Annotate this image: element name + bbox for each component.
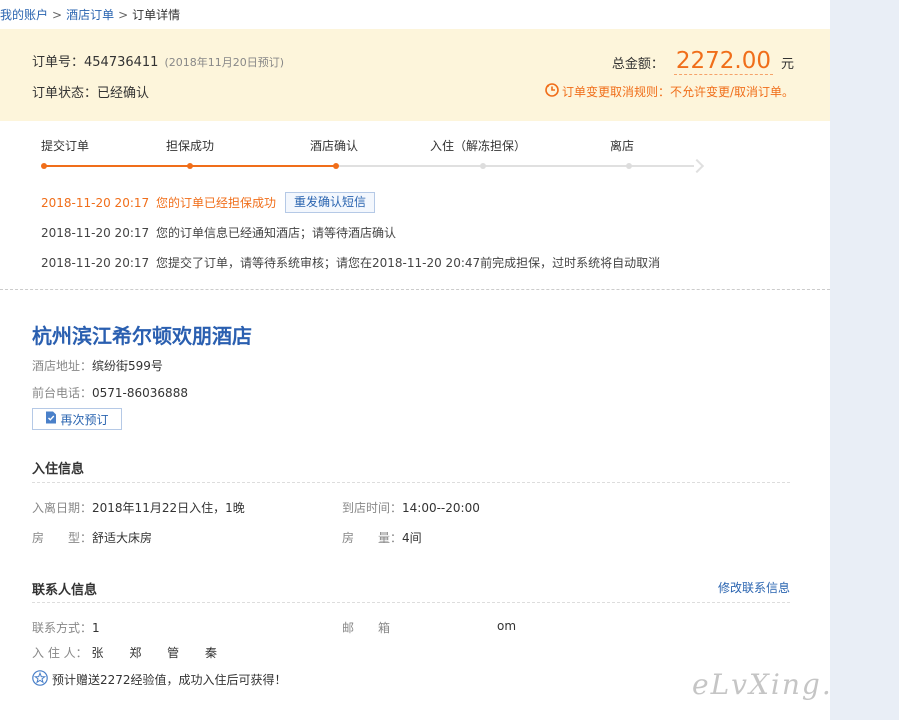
document-icon xyxy=(45,411,60,427)
step-dot xyxy=(41,163,47,169)
log-time: 2018-11-20 20:17 xyxy=(41,255,150,270)
log-time: 2018-11-20 20:17 xyxy=(41,195,150,210)
email-value: om xyxy=(497,619,517,633)
total-amount: 2272.00 xyxy=(673,48,773,75)
section-divider xyxy=(0,289,830,290)
order-progress-steps: 提交订单 担保成功 酒店确认 入住（解冻担保） 离店 xyxy=(41,137,705,177)
order-number: 454736411 xyxy=(84,55,159,70)
total-currency: 元 xyxy=(780,57,794,72)
step-dot xyxy=(187,163,193,169)
hotel-name[interactable]: 杭州滨江希尔顿欢朋酒店 xyxy=(32,320,252,349)
cancel-rule: 订单变更取消规则：不允许变更/取消订单。 xyxy=(545,83,794,100)
step-guarantee-success: 担保成功 xyxy=(166,139,215,153)
edit-contact-link[interactable]: 修改联系信息 xyxy=(718,579,790,596)
right-side-panel xyxy=(830,0,899,720)
step-dot xyxy=(626,163,632,169)
bonus-text: 预计赠送2272经验值，成功入住后可获得！ xyxy=(52,673,287,687)
guest-name: 秦 xyxy=(205,646,218,660)
room-type-row: 房 型：舒适大床房 xyxy=(32,529,152,546)
order-log-entry: 2018-11-20 20:17 您的订单信息已经通知酒店；请等待酒店确认 xyxy=(41,224,396,241)
total-label: 总金额： xyxy=(611,57,664,72)
step-dot xyxy=(480,163,486,169)
order-number-label: 订单号： xyxy=(32,55,85,70)
order-status: 已经确认 xyxy=(97,86,150,101)
log-time: 2018-11-20 20:17 xyxy=(41,225,150,240)
order-status-row: 订单状态：已经确认 xyxy=(32,82,149,101)
breadcrumb-my-account[interactable]: 我的账户 xyxy=(0,8,48,22)
room-count-row: 房 量：4间 xyxy=(342,529,422,546)
breadcrumb-separator: > xyxy=(52,8,63,22)
checkin-dates-label: 入离日期： xyxy=(32,501,93,515)
step-submit-order: 提交订单 xyxy=(41,139,90,153)
order-detail-page: 我的账户 > 酒店订单 > 订单详情 订单号：454736411 (2018年11月20日… xyxy=(0,0,883,720)
contact-method-label: 联系方式： xyxy=(32,621,93,635)
order-log-entry: 2018-11-20 20:17 您的订单已经担保成功 重发确认短信 xyxy=(41,192,376,213)
step-dot xyxy=(333,163,339,169)
guest-name: 张 xyxy=(91,646,104,660)
room-type-label: 房 型： xyxy=(32,531,93,545)
breadcrumb-hotel-orders[interactable]: 酒店订单 xyxy=(66,8,114,22)
room-count-label: 房 量： xyxy=(342,531,403,545)
order-number-row: 订单号：454736411 (2018年11月20日预订) xyxy=(32,51,284,70)
section-divider xyxy=(32,602,790,603)
rebook-label: 再次预订 xyxy=(60,412,109,427)
contact-section-title: 联系人信息 xyxy=(32,583,98,598)
order-status-label: 订单状态： xyxy=(32,86,98,101)
contact-method: 1 xyxy=(92,621,100,635)
resend-sms-button[interactable]: 重发确认短信 xyxy=(285,192,376,213)
section-divider xyxy=(32,482,790,483)
cancel-rule-text: 订单变更取消规则：不允许变更/取消订单。 xyxy=(561,85,794,99)
guests-label: 入 住 人： xyxy=(32,646,88,660)
hotel-address: 缤纷街599号 xyxy=(92,359,163,373)
order-summary-banner: 订单号：454736411 (2018年11月20日预订) 订单状态：已经确认 总… xyxy=(0,29,830,121)
guest-name: 管 xyxy=(167,646,180,660)
clock-icon xyxy=(545,83,562,100)
email-label: 邮 箱 xyxy=(342,621,391,635)
checkin-dates: 2018年11月22日入住，1晚 xyxy=(92,501,245,515)
arrival-time: 14:00--20:00 xyxy=(402,501,480,515)
arrival-time-label: 到店时间： xyxy=(342,501,403,515)
room-type: 舒适大床房 xyxy=(92,531,153,545)
checkin-dates-row: 入离日期：2018年11月22日入住，1晚 xyxy=(32,499,245,516)
hotel-address-row: 酒店地址：缤纷街599号 xyxy=(32,357,163,374)
hotel-phone-row: 前台电话：0571-86036888 xyxy=(32,384,188,401)
order-booked-date: (2018年11月20日预订) xyxy=(164,56,285,69)
order-log-entry: 2018-11-20 20:17 您提交了订单，请等待系统审核；请您在2018-… xyxy=(41,254,660,271)
hotel-address-label: 酒店地址： xyxy=(32,359,93,373)
log-text: 您的订单已经担保成功 xyxy=(156,196,277,210)
step-checkin: 入住（解冻担保） xyxy=(430,139,527,153)
guests-row: 入 住 人： 张 郑 管 秦 xyxy=(32,644,217,661)
log-text: 您的订单信息已经通知酒店；请等待酒店确认 xyxy=(156,226,397,240)
step-hotel-confirm: 酒店确认 xyxy=(310,139,359,153)
contact-method-row: 联系方式：1 xyxy=(32,619,100,636)
bonus-notice: 预计赠送2272经验值，成功入住后可获得！ xyxy=(32,670,287,689)
guest-name: 郑 xyxy=(129,646,142,660)
step-checkout: 离店 xyxy=(610,139,635,153)
hotel-phone: 0571-86036888 xyxy=(92,386,188,400)
breadcrumb-current: 订单详情 xyxy=(132,8,181,22)
star-icon xyxy=(32,670,52,689)
email-row: 邮 箱 xyxy=(342,619,390,636)
order-total: 总金额： 2272.00 元 xyxy=(612,48,794,75)
breadcrumb: 我的账户 > 酒店订单 > 订单详情 xyxy=(0,6,180,23)
rebook-button[interactable]: 再次预订 xyxy=(32,408,122,430)
arrival-time-row: 到店时间：14:00--20:00 xyxy=(342,499,480,516)
hotel-phone-label: 前台电话： xyxy=(32,386,93,400)
breadcrumb-separator: > xyxy=(118,8,129,22)
room-count: 4间 xyxy=(402,531,422,545)
log-text: 您提交了订单，请等待系统审核；请您在2018-11-20 20:47前完成担保，… xyxy=(156,256,661,270)
checkin-section-title: 入住信息 xyxy=(32,462,85,477)
progress-arrow-icon xyxy=(689,158,705,174)
